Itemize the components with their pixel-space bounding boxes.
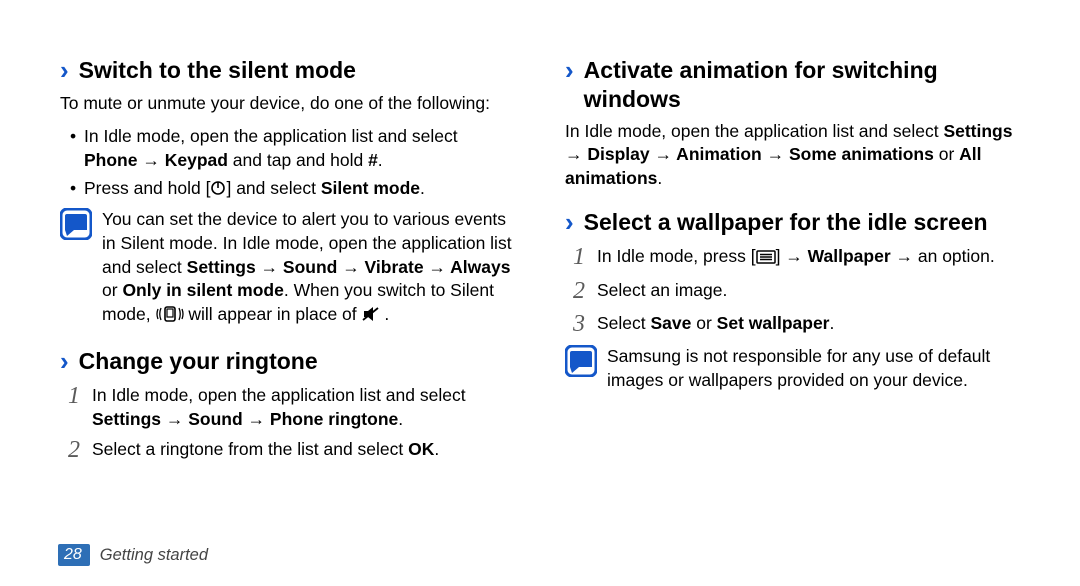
steps-list: 1 In Idle mode, open the application lis… [60,383,515,465]
bold: Settings → Sound → Vibrate → Always [187,257,511,277]
intro-text: To mute or unmute your device, do one of… [60,92,515,116]
bold: Settings → Sound → Phone ringtone [92,409,398,429]
bold: Wallpaper [808,246,891,266]
step-number: 1 [60,383,80,431]
bullet-list: In Idle mode, open the application list … [60,124,515,202]
bullet-item: Press and hold [ ] and select Silent mode… [70,176,515,202]
step-text: Select an image. [597,278,1020,306]
chevron-icon: › [60,56,69,86]
text: In Idle mode, press [ [597,246,756,266]
bold: Silent mode [321,178,420,198]
body-text: In Idle mode, open the application list … [565,120,1020,191]
text: . [420,178,425,198]
text: ] → [776,246,808,266]
page-number: 28 [58,544,90,566]
text: ] and select [226,178,320,198]
heading-silent-mode: › Switch to the silent mode [60,56,515,86]
text: . [378,150,383,170]
text: In Idle mode, open the application list … [565,121,943,141]
note-text: Samsung is not responsible for any use o… [607,345,1020,393]
bold: Set wallpaper [717,313,830,333]
text: . [434,439,439,459]
step-number: 1 [565,244,585,272]
step-text: In Idle mode, press [ ] → Wallpaper → an … [597,244,1020,272]
heading-text: Activate animation for switching windows [584,56,1020,114]
text: Select a ringtone from the list and sele… [92,439,408,459]
menu-icon [756,246,776,270]
chevron-icon: › [565,56,574,86]
text: and tap and hold [228,150,368,170]
text: In Idle mode, open the application list … [84,126,458,146]
page-footer: 28 Getting started [58,544,208,566]
bold: OK [408,439,434,459]
text: Select [597,313,651,333]
text: or [934,144,959,164]
text: . [830,313,835,333]
text: → [137,150,164,170]
heading-text: Change your ringtone [79,347,515,376]
bold: Only in silent mode [122,280,283,300]
step-number: 2 [565,278,585,306]
step-item: 2 Select a ringtone from the list and se… [60,437,515,465]
text: → an option. [891,246,995,266]
step-number: 2 [60,437,80,465]
right-column: › Activate animation for switching windo… [565,50,1020,586]
step-item: 3 Select Save or Set wallpaper. [565,311,1020,339]
step-number: 3 [565,311,585,339]
note-block: Samsung is not responsible for any use o… [565,345,1020,393]
bullet-item: In Idle mode, open the application list … [70,124,515,172]
speaker-mute-icon [362,305,380,329]
text: . [398,409,403,429]
bold: Keypad [165,150,228,170]
manual-page: › Switch to the silent mode To mute or u… [0,0,1080,586]
step-item: 1 In Idle mode, press [ ] → Wallpaper → a… [565,244,1020,272]
heading-animation: › Activate animation for switching windo… [565,56,1020,114]
text: will appear in place of [184,304,362,324]
power-icon [210,178,226,202]
note-icon [60,208,92,240]
step-item: 1 In Idle mode, open the application lis… [60,383,515,431]
step-text: Select a ringtone from the list and sele… [92,437,515,465]
bold: # [368,150,378,170]
bold: Phone [84,150,137,170]
note-block: You can set the device to alert you to v… [60,208,515,329]
heading-text: Switch to the silent mode [79,56,515,85]
steps-list: 1 In Idle mode, press [ ] → Wallpaper → a… [565,244,1020,339]
text: or [102,280,122,300]
heading-text: Select a wallpaper for the idle screen [584,208,1020,237]
footer-label: Getting started [100,546,208,565]
step-text: Select Save or Set wallpaper. [597,311,1020,339]
text: Press and hold [ [84,178,210,198]
text: In Idle mode, open the application list … [92,385,466,405]
heading-ringtone: › Change your ringtone [60,347,515,377]
text: . [657,168,662,188]
step-text: In Idle mode, open the application list … [92,383,515,431]
chevron-icon: › [60,347,69,377]
step-item: 2 Select an image. [565,278,1020,306]
vibrate-icon [156,305,184,329]
note-icon [565,345,597,377]
text: or [691,313,716,333]
left-column: › Switch to the silent mode To mute or u… [60,50,515,586]
note-text: You can set the device to alert you to v… [102,208,515,329]
text: . [380,304,390,324]
heading-wallpaper: › Select a wallpaper for the idle screen [565,208,1020,238]
chevron-icon: › [565,208,574,238]
bold: Save [651,313,692,333]
